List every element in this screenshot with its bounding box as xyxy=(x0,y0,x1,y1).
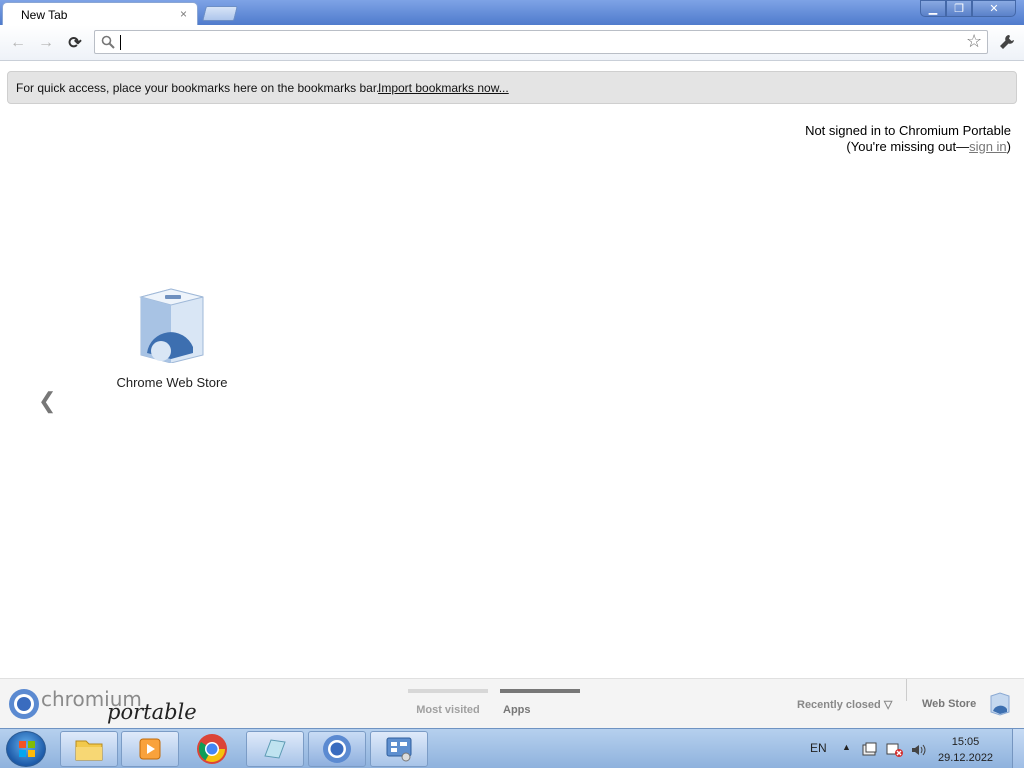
new-tab-button[interactable] xyxy=(202,6,238,21)
search-icon xyxy=(101,35,115,52)
forward-button[interactable]: → xyxy=(36,34,56,52)
app-label: Chrome Web Store xyxy=(116,375,228,390)
chrome-icon xyxy=(197,734,227,764)
taskbar-control-panel[interactable] xyxy=(370,731,428,767)
tab-indicator xyxy=(408,689,488,693)
signin-notice: Not signed in to Chromium Portable (You'… xyxy=(805,123,1011,155)
taskbar-chromium[interactable] xyxy=(308,731,366,767)
bookmarks-bar-notice: For quick access, place your bookmarks h… xyxy=(7,71,1017,104)
logo-portable: portable xyxy=(107,700,197,724)
tab-label: Most visited xyxy=(416,704,480,716)
tab-most-visited[interactable]: Most visited xyxy=(408,689,488,729)
clock-date: 29.12.2022 xyxy=(938,752,994,764)
bookmarks-bar-message: For quick access, place your bookmarks h… xyxy=(16,81,380,95)
media-player-icon xyxy=(139,738,161,760)
reload-button[interactable]: ⟳ xyxy=(65,34,85,52)
tab-apps[interactable]: Apps xyxy=(500,689,580,729)
taskbar-chrome[interactable] xyxy=(183,731,241,767)
action-center-icon[interactable] xyxy=(862,742,878,761)
signin-suffix: ) xyxy=(1006,139,1011,154)
restore-button[interactable]: ❐ xyxy=(946,0,972,17)
bookmark-star-icon[interactable]: ☆ xyxy=(966,31,982,52)
omnibox[interactable] xyxy=(94,30,988,54)
chromium-logo-icon xyxy=(8,688,40,723)
taskbar-file-explorer[interactable] xyxy=(60,731,118,767)
show-hidden-icons-icon[interactable]: ▲ xyxy=(842,742,851,752)
web-store-link[interactable]: Web Store xyxy=(922,698,976,710)
file-explorer-icon xyxy=(75,740,103,761)
previous-page-arrow[interactable]: ❮ xyxy=(38,388,56,414)
import-bookmarks-link[interactable]: Import bookmarks now... xyxy=(378,81,509,95)
web-store-small-icon[interactable] xyxy=(989,692,1011,719)
taskbar: EN ▲ 15:05 29.12.2022 xyxy=(0,728,1024,768)
minimize-button[interactable]: ▁ xyxy=(920,0,946,17)
tab-indicator xyxy=(500,689,580,693)
taskbar-notepad[interactable] xyxy=(246,731,304,767)
taskbar-media-player[interactable] xyxy=(121,731,179,767)
signin-prompt: (You're missing out—sign in) xyxy=(805,139,1011,155)
show-desktop-button[interactable] xyxy=(1012,729,1024,768)
title-bar: New Tab × ▁ ❐ ✕ xyxy=(0,0,1024,26)
tab-title: New Tab xyxy=(21,8,68,22)
start-button[interactable] xyxy=(6,731,46,767)
volume-icon[interactable] xyxy=(910,742,928,761)
sign-in-link[interactable]: sign in xyxy=(969,139,1007,154)
clock[interactable]: 15:05 29.12.2022 xyxy=(938,734,993,768)
omnibox-input[interactable] xyxy=(123,33,943,51)
chromium-icon xyxy=(323,735,351,763)
signin-status: Not signed in to Chromium Portable xyxy=(805,123,1011,138)
footer-divider xyxy=(906,679,907,701)
notepad-icon xyxy=(264,739,286,759)
text-cursor xyxy=(120,35,121,50)
window-controls: ▁ ❐ ✕ xyxy=(920,0,1016,18)
network-disconnected-icon[interactable] xyxy=(886,742,904,761)
ntp-footer: chromium portable Most visited Apps Rece… xyxy=(0,678,1024,728)
browser-toolbar: ← → ⟳ ☆ xyxy=(0,25,1024,61)
close-window-button[interactable]: ✕ xyxy=(972,0,1016,17)
tab-new-tab[interactable]: New Tab × xyxy=(2,2,198,26)
tab-label: Apps xyxy=(503,704,531,716)
app-tile-chrome-web-store[interactable]: Chrome Web Store xyxy=(107,283,237,395)
language-indicator[interactable]: EN xyxy=(810,741,827,768)
clock-time: 15:05 xyxy=(951,736,980,748)
recently-closed-label: Recently closed xyxy=(797,699,881,711)
recently-closed-menu[interactable]: Recently closed ▽ xyxy=(797,698,892,711)
back-button[interactable]: ← xyxy=(8,34,28,52)
chevron-down-icon: ▽ xyxy=(883,699,893,711)
web-store-icon xyxy=(139,288,204,363)
signin-prefix: (You're missing out— xyxy=(846,139,970,154)
wrench-menu-icon[interactable] xyxy=(998,33,1016,54)
control-panel-icon xyxy=(386,737,412,762)
windows-logo-icon xyxy=(19,741,35,757)
tab-close-icon[interactable]: × xyxy=(180,7,187,21)
